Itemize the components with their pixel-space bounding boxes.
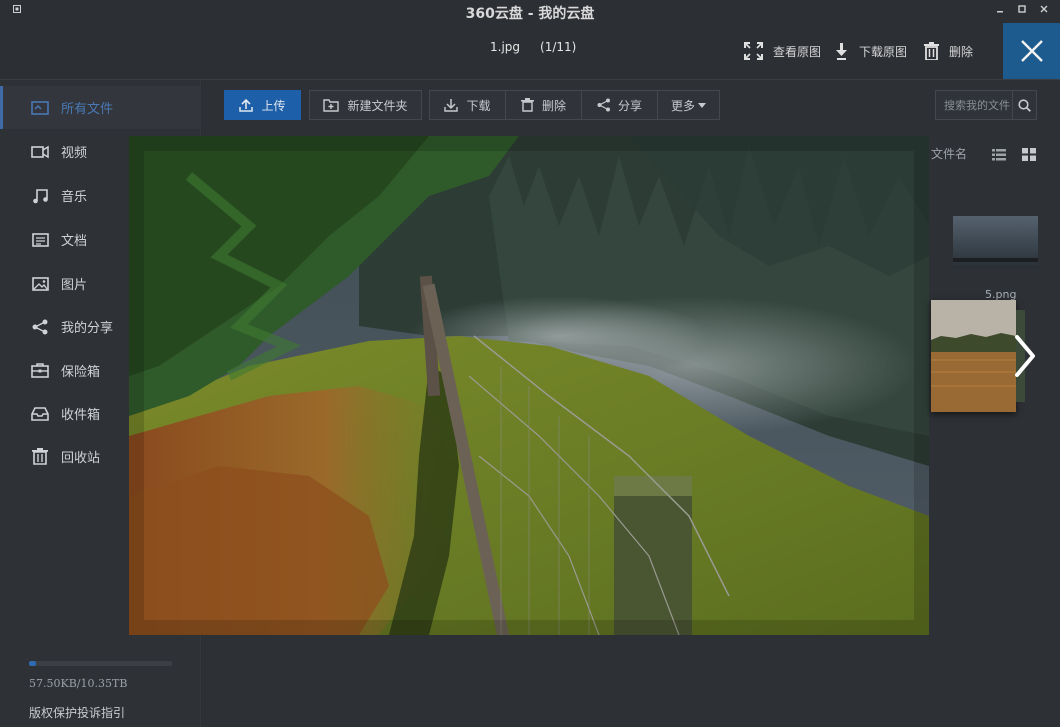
more-label: 更多	[670, 98, 695, 113]
caret-down-icon	[698, 102, 706, 108]
share-label: 分享	[617, 98, 642, 113]
next-image-thumbnail[interactable]	[931, 300, 1016, 412]
delete-button[interactable]: 删除	[505, 90, 582, 120]
sidebar-item-label: 图片	[61, 278, 88, 293]
title-bar: 360云盘 - 我的云盘 1.jpg (1/11) 查看原图 下载原图 删除	[0, 0, 1060, 80]
search-input[interactable]	[936, 91, 1012, 119]
download-original-button[interactable]: 下载原图	[834, 42, 907, 60]
thumbnail-railing	[953, 258, 1038, 262]
file-thumbnail[interactable]	[953, 216, 1038, 268]
new-folder-label: 新建文件夹	[347, 98, 408, 113]
storage-quota-bar	[29, 661, 172, 666]
preview-image	[129, 136, 929, 635]
next-image-button[interactable]	[1008, 330, 1042, 382]
search-icon	[1018, 98, 1031, 112]
music-icon	[30, 187, 50, 205]
viewer-position: (1/11)	[540, 40, 577, 54]
sidebar-item-label: 文档	[61, 234, 88, 249]
trash-icon	[520, 98, 534, 112]
grid-view-icon[interactable]	[1022, 146, 1036, 165]
download-label: 下载	[466, 98, 491, 113]
share-button[interactable]: 分享	[581, 90, 658, 120]
search-button[interactable]	[1012, 91, 1036, 119]
upload-button[interactable]: 上传	[224, 90, 301, 120]
window-title: 360云盘 - 我的云盘	[465, 6, 595, 22]
download-arrow-icon	[836, 43, 847, 60]
download-icon	[444, 99, 459, 112]
upload-label: 上传	[261, 98, 286, 113]
inbox-icon	[30, 405, 50, 423]
share-icon	[30, 318, 50, 336]
list-view-icon[interactable]	[992, 146, 1006, 165]
storage-quota-text: 57.50KB/10.35TB	[29, 677, 128, 690]
storage-quota-fill	[29, 661, 37, 666]
sidebar-item-label: 保险箱	[61, 365, 101, 380]
download-original-label: 下载原图	[859, 44, 908, 59]
new-folder-button[interactable]: 新建文件夹	[309, 90, 422, 120]
share-icon	[597, 98, 610, 112]
window-close-icon[interactable]	[1038, 5, 1050, 17]
sidebar-item-label: 回收站	[61, 451, 101, 466]
more-menu-button[interactable]: 更多	[657, 90, 720, 120]
fullscreen-icon	[744, 42, 763, 60]
viewer-delete-button[interactable]: 删除	[924, 42, 973, 60]
minimize-icon[interactable]	[994, 5, 1006, 17]
maximize-icon[interactable]	[1016, 5, 1028, 17]
trash-icon	[924, 42, 939, 60]
viewer-file-name: 1.jpg	[490, 40, 521, 54]
sidebar-item-all-files[interactable]: 所有文件	[0, 86, 201, 129]
image-icon	[30, 275, 50, 293]
viewer-close-button[interactable]	[1003, 23, 1060, 79]
sidebar-item-label: 音乐	[61, 190, 88, 205]
download-button[interactable]: 下载	[429, 90, 506, 120]
viewer-file-info: 1.jpg (1/11)	[490, 40, 576, 54]
document-icon	[30, 231, 50, 249]
field-photo-thumbnail	[931, 300, 1016, 412]
safe-icon	[30, 362, 50, 380]
copyright-complaint-link[interactable]: 版权保护投诉指引	[29, 704, 125, 721]
chevron-right-icon	[1015, 335, 1035, 377]
sort-by-name[interactable]: 文件名	[931, 145, 967, 162]
view-original-button[interactable]: 查看原图	[744, 42, 821, 60]
search-box	[935, 90, 1037, 120]
sidebar-item-label: 我的分享	[61, 321, 114, 336]
sidebar-item-label: 所有文件	[61, 102, 114, 117]
folder-icon	[30, 99, 50, 117]
upload-icon	[239, 98, 254, 112]
view-original-label: 查看原图	[773, 44, 822, 59]
delete-label: 删除	[541, 98, 566, 113]
trash-icon	[30, 448, 50, 466]
new-folder-icon	[323, 99, 340, 112]
viewer-delete-label: 删除	[949, 44, 974, 59]
sidebar-item-label: 视频	[61, 146, 88, 161]
video-icon	[30, 143, 50, 161]
sidebar-item-label: 收件箱	[61, 408, 101, 423]
landscape-photo	[129, 136, 929, 635]
close-icon	[1020, 40, 1043, 62]
